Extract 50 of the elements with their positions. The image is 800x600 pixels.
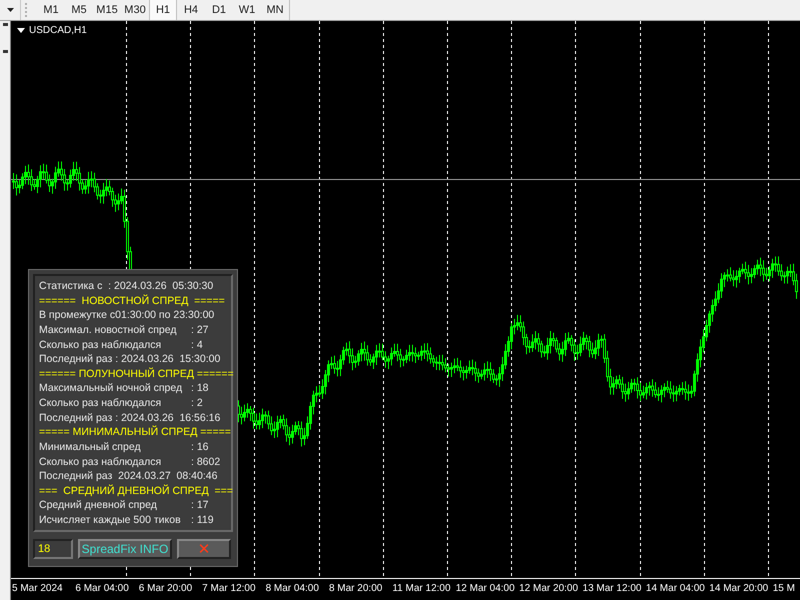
timeframe-button[interactable]: H4: [177, 0, 205, 20]
stat-value: : 17: [191, 498, 209, 512]
section-header: === СРЕДНИЙ ДНЕВНОЙ СПРЕД ===: [39, 484, 233, 498]
time-label: 8 Mar 20:00: [328, 582, 384, 596]
stat-label: Средний дневной спред: [39, 498, 158, 512]
section-header: ====== ПОЛУНОЧНЫЙ СПРЕД ======: [39, 366, 234, 381]
time-label: 14 Mar 20:00: [709, 582, 770, 596]
timeframe-button[interactable]: M30: [121, 0, 149, 20]
stat-label: Последний раз : 2024.03.26 15:30:00: [39, 352, 220, 366]
stat-value: : 8602: [191, 454, 220, 468]
stat-value: : 2: [191, 396, 203, 410]
timeframe-button[interactable]: M15: [93, 0, 121, 20]
timeframe-button[interactable]: D1: [205, 0, 233, 20]
time-label: 12 Mar 04:00: [456, 582, 516, 596]
spread-input-field[interactable]: 18: [33, 539, 73, 559]
stat-label: Сколько раз наблюдался: [39, 454, 162, 468]
time-label: 6 Mar 04:00: [75, 582, 130, 596]
section-header: ====== НОВОСТНОЙ СПРЕД =====: [39, 294, 225, 308]
stat-label: Минимальный спред: [39, 440, 142, 454]
time-label: 7 Mar 12:00: [202, 582, 257, 596]
time-label: 11 Mar 12:00: [392, 582, 452, 596]
time-label: 12 Mar 20:00: [519, 582, 580, 596]
timeframe-button[interactable]: W1: [233, 0, 261, 20]
stat-value: : 18: [191, 381, 209, 396]
stat-value: : 119: [191, 513, 214, 527]
stat-label: Максимальный ночной спред: [39, 381, 184, 396]
stat-value: : 4: [191, 338, 203, 352]
time-label: 5 Mar 2024: [12, 582, 64, 596]
time-label: 14 Mar 04:00: [646, 582, 706, 596]
timeframe-button[interactable]: H1: [149, 0, 177, 20]
stat-label: Сколько раз наблюдался: [39, 396, 162, 410]
stat-label: Последний раз : 2024.03.26 16:56:16: [39, 410, 220, 425]
section-header: ===== МИНИМАЛЬНЫЙ СПРЕД =====: [39, 425, 231, 440]
time-label: 13 Mar 12:00: [582, 582, 642, 596]
info-button[interactable]: SpreadFix INFO: [78, 539, 172, 559]
stat-value: : 16: [191, 440, 209, 454]
timeframe-button[interactable]: MN: [261, 0, 289, 20]
time-label: 15 M: [772, 582, 796, 596]
stat-label: Последний раз 2024.03.27 08:40:46: [39, 469, 218, 484]
stat-label: Статистика с : 2024.03.26 05:30:30: [39, 279, 214, 293]
chart-title: USDCAD,H1: [29, 25, 87, 36]
stat-label: В промежутке с01:30:00 по 23:30:00: [39, 308, 214, 322]
stat-label: Максимал. новостной спред: [39, 322, 178, 337]
stat-value: : 27: [191, 322, 209, 337]
time-label: 6 Mar 20:00: [138, 582, 194, 596]
timeframe-button[interactable]: M1: [37, 0, 65, 20]
stat-label: Сколько раз наблюдался: [39, 338, 162, 352]
timeframe-button[interactable]: M5: [65, 0, 93, 20]
stat-label: Исчисляет каждые 500 тиков: [39, 513, 182, 527]
time-label: 8 Mar 04:00: [266, 582, 320, 596]
